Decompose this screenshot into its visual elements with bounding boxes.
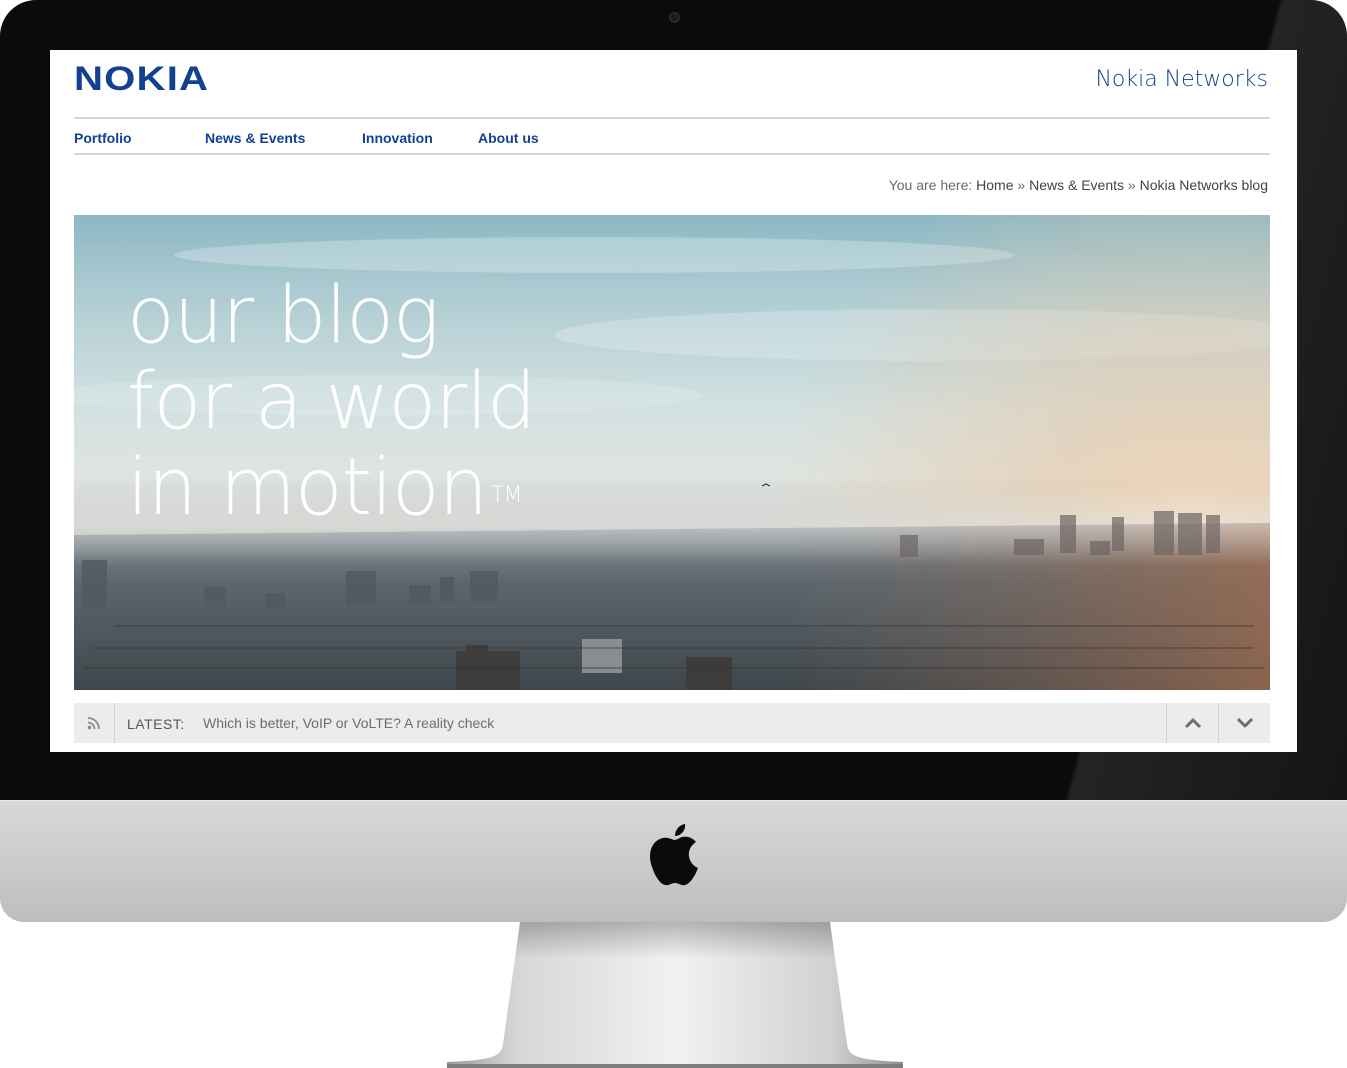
- next-button[interactable]: [1218, 703, 1270, 743]
- breadcrumb-news-events[interactable]: News & Events: [1029, 177, 1124, 193]
- imac-stand: [447, 922, 903, 1068]
- apple-logo-icon: [650, 824, 698, 886]
- hero-line-3: in motion TM: [127, 445, 535, 531]
- nav-item-portfolio[interactable]: Portfolio: [74, 130, 132, 146]
- latest-ticker: LATEST: Which is better, VoIP or VoLTE? …: [74, 703, 1270, 743]
- hero-line-3-text: in motion: [127, 443, 488, 533]
- hero-headline: our blog for a world in motion TM: [127, 271, 536, 531]
- site-title[interactable]: Nokia Networks: [1095, 67, 1268, 92]
- breadcrumb-home[interactable]: Home: [976, 177, 1013, 193]
- breadcrumb: You are here: Home » News & Events » Nok…: [889, 177, 1268, 193]
- latest-headline-link[interactable]: Which is better, VoIP or VoLTE? A realit…: [203, 715, 494, 731]
- latest-label: LATEST:: [127, 716, 185, 732]
- nav-item-about-us[interactable]: About us: [478, 130, 539, 146]
- hero-banner: our blog for a world in motion TM: [74, 215, 1270, 690]
- camera-icon: [669, 12, 680, 23]
- chevron-down-icon: [1236, 717, 1253, 728]
- divider-nav: [74, 153, 1270, 155]
- breadcrumb-prefix: You are here:: [888, 177, 973, 193]
- breadcrumb-separator: »: [1127, 177, 1136, 193]
- trademark-symbol: TM: [491, 483, 522, 508]
- divider-top: [74, 117, 1270, 119]
- rss-icon: [87, 717, 100, 730]
- breadcrumb-current: Nokia Networks blog: [1139, 177, 1268, 193]
- breadcrumb-separator: »: [1017, 177, 1026, 193]
- hero-line-2: for a world: [127, 357, 536, 447]
- previous-button[interactable]: [1166, 703, 1218, 743]
- nav-item-innovation[interactable]: Innovation: [362, 130, 433, 146]
- nav-item-news-events[interactable]: News & Events: [205, 130, 305, 146]
- nokia-logo[interactable]: NOKIA: [74, 60, 209, 99]
- chevron-up-icon: [1184, 718, 1201, 729]
- hero-line-1: our blog: [127, 271, 440, 361]
- browser-screen: NOKIA Nokia Networks Portfolio News & Ev…: [50, 50, 1297, 752]
- rss-button[interactable]: [74, 703, 115, 743]
